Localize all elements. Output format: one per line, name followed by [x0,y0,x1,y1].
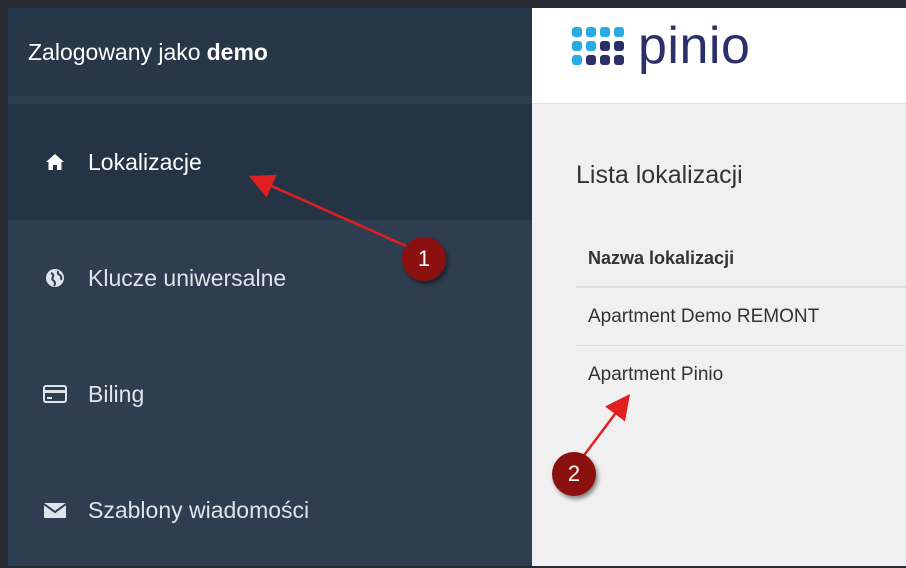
main-content: pinio Lista lokalizacji Nazwa lokalizacj… [532,8,906,566]
sidebar-item-lokalizacje[interactable]: Lokalizacje [8,104,532,220]
sidebar-item-label: Lokalizacje [88,148,202,175]
column-header-location-name: Nazwa lokalizacji [576,230,906,288]
logo-dots-icon [572,27,624,65]
logo-text: pinio [638,17,751,75]
top-header: pinio [532,8,906,104]
sidebar-item-label: Biling [88,380,145,407]
table-row[interactable]: Apartment Demo REMONT [576,288,906,346]
pinio-logo[interactable]: pinio [572,20,750,72]
locations-table: Nazwa lokalizacji Apartment Demo REMONT … [576,230,906,404]
sidebar-item-label: Szablony wiadomości [88,496,310,523]
username: demo [206,38,268,65]
sidebar: Zalogowany jako demo Lokalizacje Klucze … [8,8,532,566]
sidebar-item-label: Klucze uniwersalne [88,264,287,291]
sidebar-item-klucze-uniwersalne[interactable]: Klucze uniwersalne [8,220,532,336]
logged-in-label: Zalogowany jako [28,38,201,65]
home-icon [42,151,68,173]
window-frame-top [0,0,906,8]
window-frame-left [0,0,8,566]
sidebar-item-biling[interactable]: Biling [8,336,532,452]
credit-card-icon [42,383,68,405]
table-row[interactable]: Apartment Pinio [576,346,906,404]
page-title: Lista lokalizacji [576,161,743,189]
globe-icon [42,267,68,289]
envelope-icon [42,499,68,521]
sidebar-item-szablony-wiadomosci[interactable]: Szablony wiadomości [8,452,532,568]
logged-in-header: Zalogowany jako demo [8,8,532,96]
